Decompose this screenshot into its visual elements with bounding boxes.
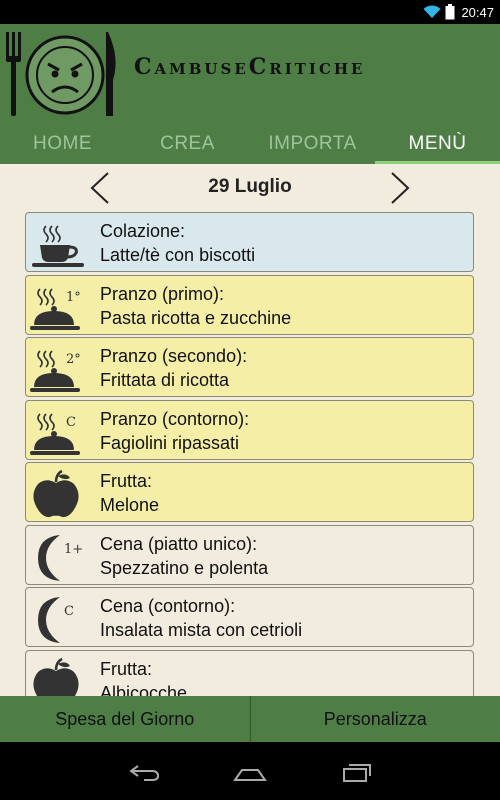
meal-item[interactable]: C Pranzo (contorno): Fagiolini ripassati (25, 399, 474, 460)
meal-text: Frutta: Melone (100, 469, 467, 517)
tab-label: IMPORTA (268, 133, 357, 154)
meal-badge: C (66, 415, 76, 430)
meal-title: Frutta: (100, 658, 153, 679)
chevron-left-icon[interactable] (86, 170, 116, 206)
date-navigator: 29 Luglio (0, 164, 500, 212)
bottom-actions: Spesa del Giorno Personalizza (0, 696, 500, 742)
meal-text: Frutta: Albicocche (100, 657, 467, 697)
moon-icon: 1+ (38, 534, 83, 581)
tab-label: CREA (160, 133, 215, 154)
meal-title: Pranzo (primo): (100, 283, 225, 304)
cloche-icon: 1° (30, 287, 81, 330)
meal-title: Pranzo (contorno): (100, 408, 250, 429)
meal-item[interactable]: Frutta: Albicocche (25, 649, 474, 697)
tab-home[interactable]: HOME (0, 124, 125, 164)
tab-label: HOME (33, 133, 92, 154)
system-nav-bar (0, 742, 500, 800)
meal-badge: 1+ (64, 542, 83, 557)
meal-dish: Melone (100, 495, 160, 515)
wifi-icon (423, 5, 441, 18)
meal-item[interactable]: 1+ Cena (piatto unico): Spezzatino e polen… (25, 524, 474, 585)
meal-dish: Latte/tè con biscotti (100, 245, 256, 265)
apple-icon (33, 657, 79, 696)
menu-content[interactable]: 29 Luglio Colazione: Latte/tè con biscott… (0, 164, 500, 696)
meal-dish: Pasta ricotta e zucchine (100, 307, 292, 328)
meal-dish: Spezzatino e polenta (100, 557, 269, 578)
meal-dish: Insalata mista con cetrioli (100, 620, 303, 640)
app-header: CambuseCritiche (0, 24, 500, 124)
meal-text: Cena (piatto unico): Spezzatino e polenta (100, 532, 467, 580)
status-time: 20:47 (461, 4, 494, 20)
status-icons: 20:47 (423, 3, 494, 21)
meal-title: Pranzo (secondo): (100, 346, 248, 366)
meal-badge: 1° (66, 290, 81, 305)
back-icon[interactable] (128, 762, 162, 782)
meal-text: Cena (contorno): Insalata mista con cetri… (100, 594, 467, 642)
meal-badge: C (64, 604, 74, 619)
tab-importa[interactable]: IMPORTA (250, 124, 375, 164)
app-title: CambuseCritiche (134, 54, 366, 80)
meal-text: Pranzo (contorno): Fagiolini ripassati (100, 407, 467, 455)
tab-menu[interactable]: MENÙ (375, 124, 500, 164)
status-bar: 20:47 (0, 0, 500, 24)
meal-item[interactable]: 2° Pranzo (secondo): Frittata di ricotta (25, 337, 474, 397)
daily-shopping-button[interactable]: Spesa del Giorno (0, 696, 250, 742)
meal-item[interactable]: 1° Pranzo (primo): Pasta ricotta e zucchin… (25, 274, 474, 335)
current-date: 29 Luglio (208, 176, 292, 197)
meal-text: Colazione: Latte/tè con biscotti (100, 219, 467, 267)
home-icon[interactable] (233, 762, 267, 782)
moon-icon: C (38, 597, 74, 643)
customize-button[interactable]: Personalizza (249, 696, 500, 742)
battery-icon (445, 4, 455, 20)
apple-icon (33, 469, 79, 518)
meal-item[interactable]: Frutta: Melone (25, 462, 474, 522)
meal-title: Cena (contorno): (100, 596, 236, 616)
meal-text: Pranzo (secondo): Frittata di ricotta (100, 344, 467, 392)
meal-title: Colazione: (100, 221, 186, 241)
meal-item[interactable]: Colazione: Latte/tè con biscotti (25, 212, 474, 272)
tab-bar: HOME CREA IMPORTA MENÙ (0, 124, 500, 164)
meal-item[interactable]: C Cena (contorno): Insalata mista con cetr… (25, 587, 474, 647)
meal-dish: Frittata di ricotta (100, 370, 230, 390)
meal-text: Pranzo (primo): Pasta ricotta e zucchine (100, 282, 467, 330)
meal-title: Cena (piatto unico): (100, 533, 258, 554)
angry-plate-icon (6, 32, 116, 116)
meal-dish: Albicocche (100, 682, 188, 697)
tab-label: MENÙ (408, 133, 467, 154)
chevron-right-icon[interactable] (384, 170, 414, 206)
meal-badge: 2° (66, 352, 81, 367)
meal-list: Colazione: Latte/tè con biscotti 1° Pranzo … (25, 212, 474, 696)
cloche-icon: 2° (30, 350, 81, 392)
recent-apps-icon[interactable] (340, 762, 374, 782)
coffee-cup-icon (32, 225, 84, 267)
meal-title: Frutta: (100, 471, 153, 491)
tab-crea[interactable]: CREA (125, 124, 250, 164)
cloche-icon: C (30, 412, 80, 455)
meal-dish: Fagiolini ripassati (100, 432, 240, 453)
